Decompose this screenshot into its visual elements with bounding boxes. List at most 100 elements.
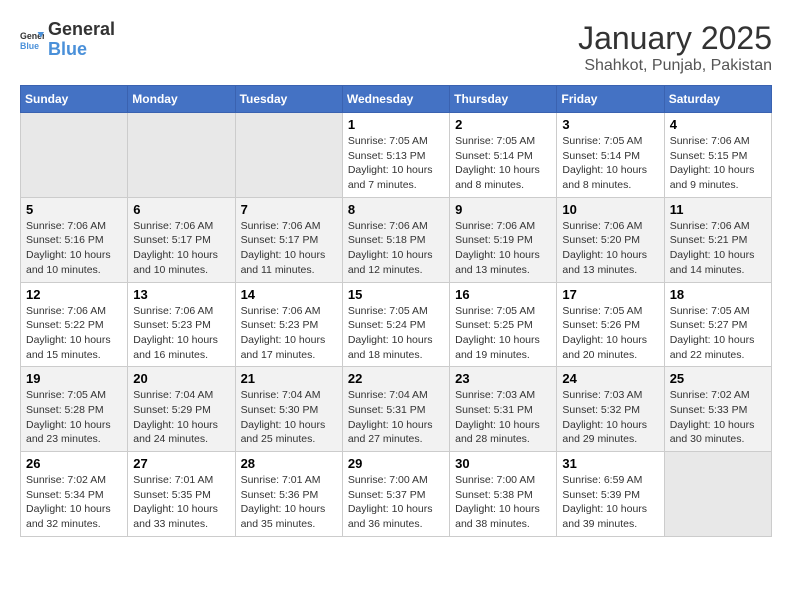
calendar-cell: 27 Sunrise: 7:01 AMSunset: 5:35 PMDayligh… xyxy=(128,452,235,537)
day-number: 11 xyxy=(670,202,766,217)
day-info: Sunrise: 7:06 AMSunset: 5:23 PMDaylight:… xyxy=(241,304,337,363)
day-number: 7 xyxy=(241,202,337,217)
calendar-cell: 19 Sunrise: 7:05 AMSunset: 5:28 PMDayligh… xyxy=(21,367,128,452)
header-sunday: Sunday xyxy=(21,86,128,113)
day-info: Sunrise: 7:01 AMSunset: 5:35 PMDaylight:… xyxy=(133,473,229,532)
svg-text:Blue: Blue xyxy=(20,41,39,51)
subtitle: Shahkot, Punjab, Pakistan xyxy=(578,57,772,75)
day-number: 26 xyxy=(26,456,122,471)
day-number: 21 xyxy=(241,371,337,386)
calendar-cell xyxy=(235,113,342,198)
day-info: Sunrise: 7:05 AMSunset: 5:26 PMDaylight:… xyxy=(562,304,658,363)
day-info: Sunrise: 7:05 AMSunset: 5:13 PMDaylight:… xyxy=(348,134,444,193)
day-number: 18 xyxy=(670,287,766,302)
day-number: 3 xyxy=(562,117,658,132)
calendar-cell: 11 Sunrise: 7:06 AMSunset: 5:21 PMDayligh… xyxy=(664,197,771,282)
day-number: 22 xyxy=(348,371,444,386)
calendar-cell: 17 Sunrise: 7:05 AMSunset: 5:26 PMDayligh… xyxy=(557,282,664,367)
calendar-cell: 10 Sunrise: 7:06 AMSunset: 5:20 PMDayligh… xyxy=(557,197,664,282)
week-row-4: 19 Sunrise: 7:05 AMSunset: 5:28 PMDayligh… xyxy=(21,367,772,452)
day-info: Sunrise: 7:05 AMSunset: 5:25 PMDaylight:… xyxy=(455,304,551,363)
day-info: Sunrise: 7:05 AMSunset: 5:14 PMDaylight:… xyxy=(562,134,658,193)
calendar-cell: 16 Sunrise: 7:05 AMSunset: 5:25 PMDayligh… xyxy=(450,282,557,367)
week-row-5: 26 Sunrise: 7:02 AMSunset: 5:34 PMDayligh… xyxy=(21,452,772,537)
day-info: Sunrise: 7:00 AMSunset: 5:38 PMDaylight:… xyxy=(455,473,551,532)
week-row-3: 12Sunrise: 7:06 AMSunset: 5:22 PMDayligh… xyxy=(21,282,772,367)
header-friday: Friday xyxy=(557,86,664,113)
calendar-cell: 5Sunrise: 7:06 AMSunset: 5:16 PMDaylight… xyxy=(21,197,128,282)
header-tuesday: Tuesday xyxy=(235,86,342,113)
day-number: 12 xyxy=(26,287,122,302)
day-info: Sunrise: 7:06 AMSunset: 5:19 PMDaylight:… xyxy=(455,219,551,278)
calendar-cell xyxy=(128,113,235,198)
calendar-cell: 9 Sunrise: 7:06 AMSunset: 5:19 PMDaylight… xyxy=(450,197,557,282)
day-number: 27 xyxy=(133,456,229,471)
day-info: Sunrise: 7:04 AMSunset: 5:31 PMDaylight:… xyxy=(348,388,444,447)
day-number: 10 xyxy=(562,202,658,217)
day-info: Sunrise: 6:59 AMSunset: 5:39 PMDaylight:… xyxy=(562,473,658,532)
calendar-cell: 14 Sunrise: 7:06 AMSunset: 5:23 PMDayligh… xyxy=(235,282,342,367)
day-number: 30 xyxy=(455,456,551,471)
day-info: Sunrise: 7:05 AMSunset: 5:28 PMDaylight:… xyxy=(26,388,122,447)
calendar-cell: 4Sunrise: 7:06 AMSunset: 5:15 PMDaylight… xyxy=(664,113,771,198)
day-info: Sunrise: 7:06 AMSunset: 5:23 PMDaylight:… xyxy=(133,304,229,363)
calendar-cell: 21Sunrise: 7:04 AMSunset: 5:30 PMDayligh… xyxy=(235,367,342,452)
calendar-cell: 24 Sunrise: 7:03 AMSunset: 5:32 PMDayligh… xyxy=(557,367,664,452)
week-row-2: 5Sunrise: 7:06 AMSunset: 5:16 PMDaylight… xyxy=(21,197,772,282)
day-number: 9 xyxy=(455,202,551,217)
calendar-cell: 30 Sunrise: 7:00 AMSunset: 5:38 PMDayligh… xyxy=(450,452,557,537)
calendar-cell: 3 Sunrise: 7:05 AMSunset: 5:14 PMDaylight… xyxy=(557,113,664,198)
day-info: Sunrise: 7:06 AMSunset: 5:17 PMDaylight:… xyxy=(133,219,229,278)
calendar-cell: 26 Sunrise: 7:02 AMSunset: 5:34 PMDayligh… xyxy=(21,452,128,537)
calendar-cell: 12Sunrise: 7:06 AMSunset: 5:22 PMDayligh… xyxy=(21,282,128,367)
day-number: 28 xyxy=(241,456,337,471)
day-info: Sunrise: 7:00 AMSunset: 5:37 PMDaylight:… xyxy=(348,473,444,532)
page-header: General Blue General Blue January 2025 S… xyxy=(20,20,772,75)
calendar-cell xyxy=(664,452,771,537)
calendar-cell: 28Sunrise: 7:01 AMSunset: 5:36 PMDayligh… xyxy=(235,452,342,537)
header-monday: Monday xyxy=(128,86,235,113)
calendar-table: SundayMondayTuesdayWednesdayThursdayFrid… xyxy=(20,85,772,537)
day-number: 29 xyxy=(348,456,444,471)
day-number: 13 xyxy=(133,287,229,302)
day-number: 14 xyxy=(241,287,337,302)
day-info: Sunrise: 7:06 AMSunset: 5:20 PMDaylight:… xyxy=(562,219,658,278)
day-number: 8 xyxy=(348,202,444,217)
calendar-cell: 25Sunrise: 7:02 AMSunset: 5:33 PMDayligh… xyxy=(664,367,771,452)
calendar-cell: 13 Sunrise: 7:06 AMSunset: 5:23 PMDayligh… xyxy=(128,282,235,367)
calendar-cell: 7 Sunrise: 7:06 AMSunset: 5:17 PMDaylight… xyxy=(235,197,342,282)
day-number: 5 xyxy=(26,202,122,217)
day-info: Sunrise: 7:02 AMSunset: 5:34 PMDaylight:… xyxy=(26,473,122,532)
calendar-cell: 31 Sunrise: 6:59 AMSunset: 5:39 PMDayligh… xyxy=(557,452,664,537)
logo-text: General Blue xyxy=(48,20,115,60)
calendar-cell: 18 Sunrise: 7:05 AMSunset: 5:27 PMDayligh… xyxy=(664,282,771,367)
title-block: January 2025 Shahkot, Punjab, Pakistan xyxy=(578,20,772,75)
day-number: 17 xyxy=(562,287,658,302)
day-info: Sunrise: 7:06 AMSunset: 5:21 PMDaylight:… xyxy=(670,219,766,278)
day-info: Sunrise: 7:05 AMSunset: 5:27 PMDaylight:… xyxy=(670,304,766,363)
header-thursday: Thursday xyxy=(450,86,557,113)
day-number: 31 xyxy=(562,456,658,471)
day-number: 1 xyxy=(348,117,444,132)
calendar-cell: 2Sunrise: 7:05 AMSunset: 5:14 PMDaylight… xyxy=(450,113,557,198)
day-number: 16 xyxy=(455,287,551,302)
day-number: 24 xyxy=(562,371,658,386)
day-number: 6 xyxy=(133,202,229,217)
calendar-header-row: SundayMondayTuesdayWednesdayThursdayFrid… xyxy=(21,86,772,113)
day-info: Sunrise: 7:03 AMSunset: 5:32 PMDaylight:… xyxy=(562,388,658,447)
logo-icon: General Blue xyxy=(20,28,44,52)
day-number: 20 xyxy=(133,371,229,386)
logo: General Blue General Blue xyxy=(20,20,115,60)
day-info: Sunrise: 7:06 AMSunset: 5:15 PMDaylight:… xyxy=(670,134,766,193)
day-number: 23 xyxy=(455,371,551,386)
day-number: 19 xyxy=(26,371,122,386)
day-info: Sunrise: 7:06 AMSunset: 5:17 PMDaylight:… xyxy=(241,219,337,278)
week-row-1: 1 Sunrise: 7:05 AMSunset: 5:13 PMDaylight… xyxy=(21,113,772,198)
calendar-cell: 22 Sunrise: 7:04 AMSunset: 5:31 PMDayligh… xyxy=(342,367,449,452)
day-info: Sunrise: 7:04 AMSunset: 5:29 PMDaylight:… xyxy=(133,388,229,447)
calendar-cell: 23 Sunrise: 7:03 AMSunset: 5:31 PMDayligh… xyxy=(450,367,557,452)
day-info: Sunrise: 7:03 AMSunset: 5:31 PMDaylight:… xyxy=(455,388,551,447)
calendar-cell: 15Sunrise: 7:05 AMSunset: 5:24 PMDayligh… xyxy=(342,282,449,367)
day-info: Sunrise: 7:06 AMSunset: 5:18 PMDaylight:… xyxy=(348,219,444,278)
day-number: 15 xyxy=(348,287,444,302)
